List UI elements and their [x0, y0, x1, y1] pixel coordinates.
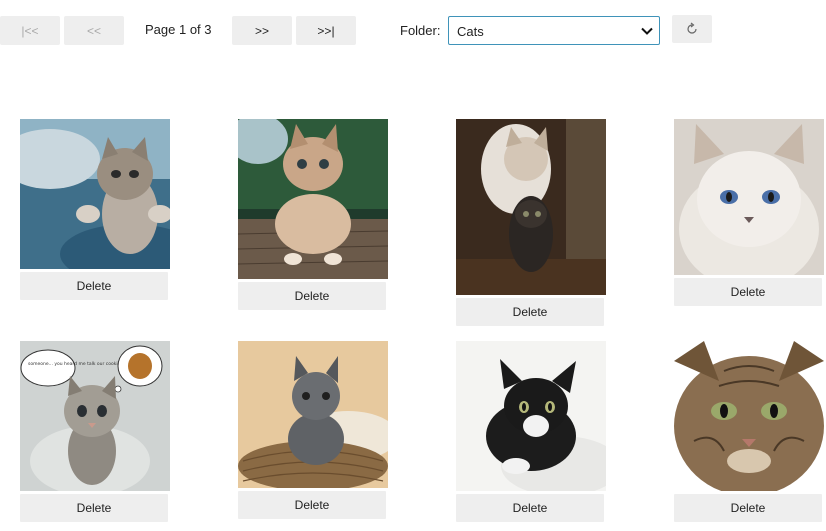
- photo-thumbnail[interactable]: [674, 341, 824, 491]
- delete-button[interactable]: Delete: [456, 494, 604, 522]
- delete-button[interactable]: Delete: [20, 272, 168, 300]
- previous-page-button[interactable]: <<: [64, 16, 124, 45]
- photo-thumbnail[interactable]: [238, 119, 388, 279]
- photo-thumbnail[interactable]: [674, 119, 824, 275]
- next-page-button[interactable]: >>: [232, 16, 292, 45]
- folder-selected-value: Cats: [457, 24, 484, 39]
- chevron-down-icon: [641, 27, 653, 35]
- delete-button[interactable]: Delete: [674, 494, 822, 522]
- photo-thumbnail[interactable]: someone... you heard me talk our cookie?…: [20, 341, 170, 491]
- delete-button[interactable]: Delete: [456, 298, 604, 326]
- photo-thumbnail[interactable]: [456, 341, 606, 491]
- delete-button[interactable]: Delete: [238, 282, 386, 310]
- last-page-button[interactable]: >>|: [296, 16, 356, 45]
- photo-thumbnail[interactable]: [238, 341, 388, 488]
- page-indicator: Page 1 of 3: [145, 22, 212, 37]
- folder-select[interactable]: Cats: [448, 16, 660, 45]
- refresh-icon: [687, 22, 697, 34]
- delete-button[interactable]: Delete: [238, 491, 386, 519]
- photo-thumbnail[interactable]: [456, 119, 606, 295]
- folder-label: Folder:: [400, 23, 441, 38]
- delete-button[interactable]: Delete: [20, 494, 168, 522]
- toolbar: |<< << Page 1 of 3 >> >>| Folder: Cats: [0, 0, 826, 60]
- refresh-button[interactable]: [672, 15, 712, 43]
- first-page-button[interactable]: |<<: [0, 16, 60, 45]
- photo-thumbnail[interactable]: [20, 119, 170, 269]
- delete-button[interactable]: Delete: [674, 278, 822, 306]
